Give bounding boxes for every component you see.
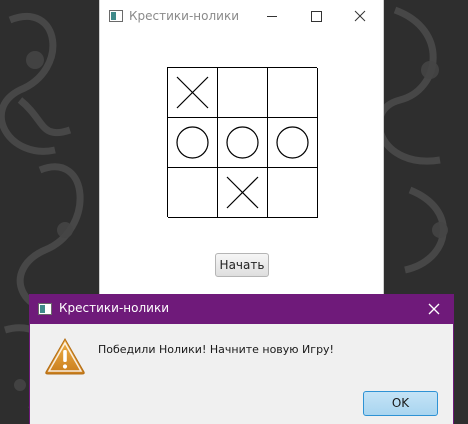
close-icon <box>428 303 440 315</box>
o-mark-icon <box>276 126 309 159</box>
minimize-button[interactable] <box>250 0 294 32</box>
board-cell[interactable] <box>268 118 318 168</box>
game-board <box>167 67 318 218</box>
board-cell[interactable] <box>168 168 218 218</box>
board-cell[interactable] <box>268 68 318 118</box>
dialog-body: Победили Нолики! Начните новую Игру! OK <box>30 324 453 424</box>
board-cell[interactable] <box>268 168 318 218</box>
game-window: Крестики-нолики Начать <box>100 0 383 300</box>
app-window-icon <box>38 303 52 315</box>
close-window-button[interactable] <box>339 0 383 32</box>
board-cell[interactable] <box>168 118 218 168</box>
result-dialog: Крестики-нолики Победили Нолики! Начните… <box>29 294 454 424</box>
close-icon <box>354 10 366 22</box>
minimize-icon <box>267 16 277 17</box>
ok-button[interactable]: OK <box>363 391 438 416</box>
maximize-button[interactable] <box>294 0 338 32</box>
game-window-title: Крестики-нолики <box>129 9 239 23</box>
x-mark-icon <box>176 76 209 109</box>
board-cell[interactable] <box>218 68 268 118</box>
dialog-close-button[interactable] <box>414 294 454 324</box>
board-cell[interactable] <box>218 168 268 218</box>
app-window-icon <box>109 10 123 22</box>
board-cell[interactable] <box>168 68 218 118</box>
dialog-title: Крестики-нолики <box>59 301 169 315</box>
warning-triangle-icon <box>45 337 85 375</box>
start-button[interactable]: Начать <box>215 253 269 277</box>
maximize-icon <box>311 11 322 22</box>
x-mark-icon <box>226 176 259 209</box>
board-cell[interactable] <box>218 118 268 168</box>
dialog-titlebar[interactable]: Крестики-нолики <box>29 294 454 324</box>
o-mark-icon <box>176 126 209 159</box>
dialog-message: Победили Нолики! Начните новую Игру! <box>98 343 334 356</box>
o-mark-icon <box>226 126 259 159</box>
game-window-titlebar[interactable]: Крестики-нолики <box>100 0 383 32</box>
